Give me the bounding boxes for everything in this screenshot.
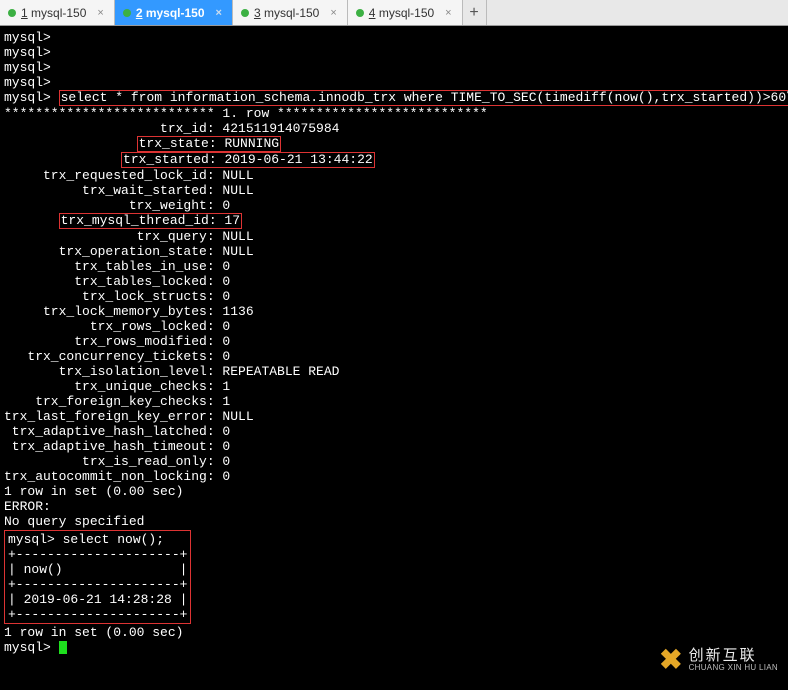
terminal-output: mysql>mysql>mysql>mysql>mysql> select * … <box>0 26 788 690</box>
tab-label: 1 mysql-150 <box>21 6 86 20</box>
prompt: mysql> <box>4 90 51 105</box>
tab-4[interactable]: 4 mysql-150 × <box>348 0 463 25</box>
close-icon[interactable]: × <box>328 7 338 19</box>
select-now-block: mysql> select now();+-------------------… <box>4 530 191 624</box>
watermark: ✖ 创新互联CHUANG XIN HU LIAN <box>659 646 778 674</box>
status-dot-icon <box>356 9 364 17</box>
field-trx_started: trx_started: 2019-06-21 13:44:22 <box>121 152 375 168</box>
tab-2[interactable]: 2 mysql-150 × <box>115 0 233 25</box>
tab-3[interactable]: 3 mysql-150 × <box>233 0 348 25</box>
tab-label: 2 mysql-150 <box>136 6 205 20</box>
close-icon[interactable]: × <box>95 7 105 19</box>
new-tab-button[interactable]: + <box>463 0 487 25</box>
cursor <box>59 641 67 654</box>
status-dot-icon <box>241 9 249 17</box>
watermark-en: CHUANG XIN HU LIAN <box>689 664 778 672</box>
status-dot-icon <box>123 9 131 17</box>
prompt: mysql> <box>4 640 51 655</box>
watermark-zh: 创新互联 <box>689 648 778 664</box>
close-icon[interactable]: × <box>214 7 224 19</box>
logo-icon: ✖ <box>659 646 682 674</box>
tab-label: 3 mysql-150 <box>254 6 319 20</box>
status-dot-icon <box>8 9 16 17</box>
field-trx_state: trx_state: RUNNING <box>137 136 281 152</box>
field-trx_mysql_thread_id: trx_mysql_thread_id: 17 <box>59 213 242 229</box>
tab-1[interactable]: 1 mysql-150 × <box>0 0 115 25</box>
tab-label: 4 mysql-150 <box>369 6 434 20</box>
close-icon[interactable]: × <box>443 7 453 19</box>
sql-query: select * from information_schema.innodb_… <box>59 90 788 106</box>
tab-bar: 1 mysql-150×2 mysql-150×3 mysql-150×4 my… <box>0 0 788 26</box>
